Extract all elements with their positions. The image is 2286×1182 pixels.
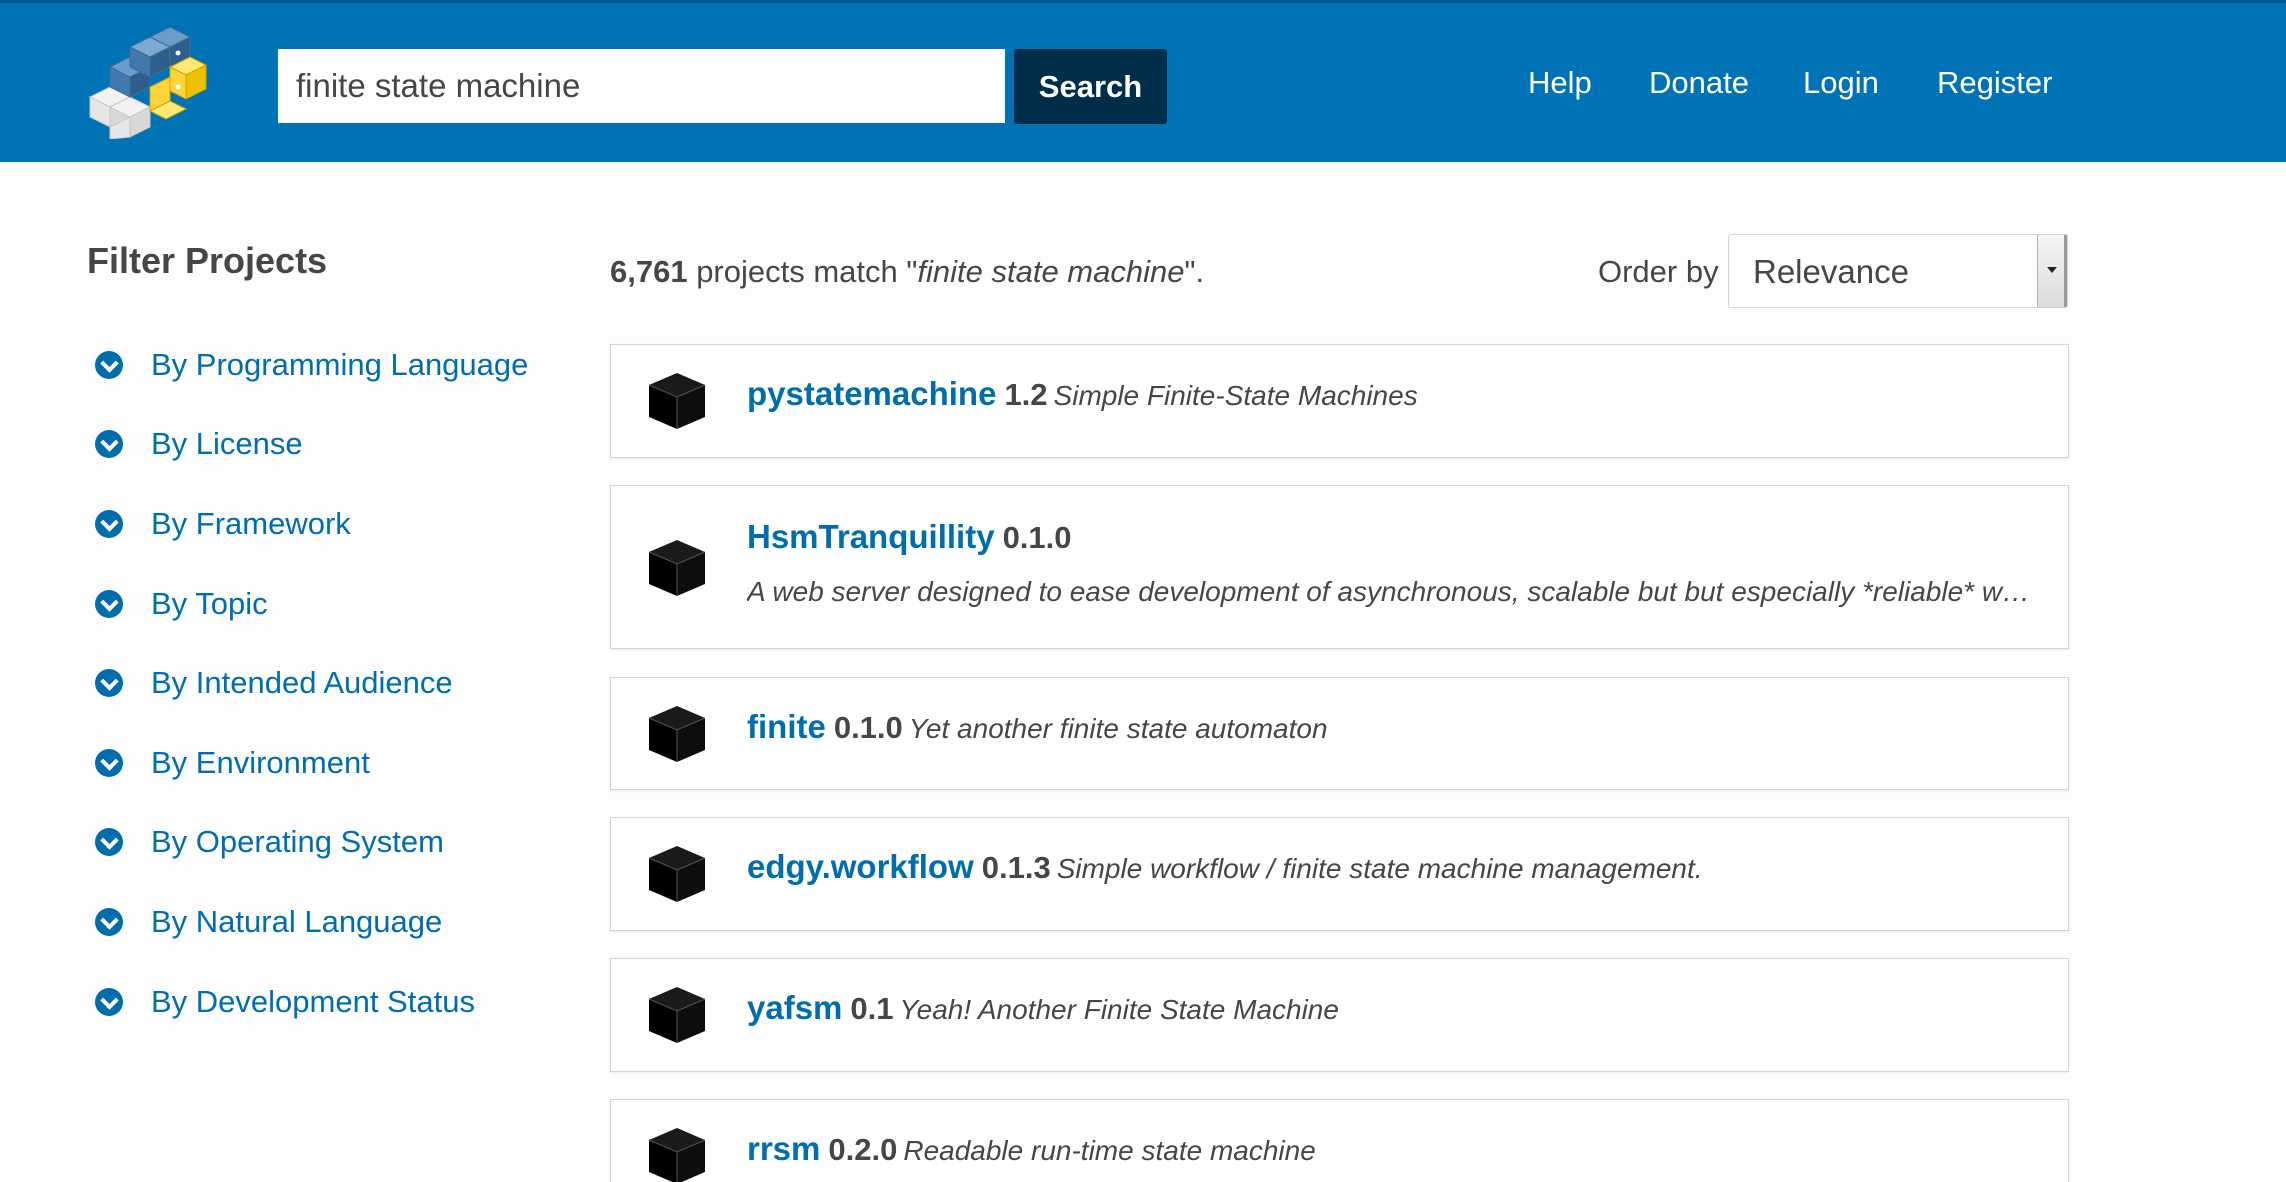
package-description: Readable run-time state machine [903,1135,1316,1166]
search-button[interactable]: Search [1014,49,1167,124]
results-query: finite state machine [917,254,1185,289]
nav-help-link[interactable]: Help [1528,65,1592,101]
chevron-down-icon [95,351,123,379]
dropdown-arrow-icon[interactable] [2037,235,2067,307]
package-name-link[interactable]: rrsm [747,1130,820,1167]
package-description: Yet another finite state automaton [908,713,1328,744]
filter-label: By Environment [151,745,370,780]
filter-operating-system[interactable]: By Operating System [95,820,444,864]
site-header: Search Help Donate Login Register [0,0,2286,162]
result-card[interactable]: edgy.workflow 0.1.3 Simple workflow / fini… [610,817,2069,931]
package-cube-icon [648,1128,706,1182]
nav-donate-link[interactable]: Donate [1649,65,1749,101]
package-cube-icon [648,373,706,429]
results-count: 6,761 [610,254,688,289]
filter-label: By Framework [151,506,351,541]
chevron-down-icon [95,669,123,697]
chevron-down-icon [95,908,123,936]
filter-environment[interactable]: By Environment [95,741,370,785]
order-by-select[interactable]: Relevance [1728,234,2068,308]
package-cube-icon [648,706,706,762]
filter-label: By Intended Audience [151,665,453,700]
order-by-value: Relevance [1753,253,1909,290]
package-description: Yeah! Another Finite State Machine [899,994,1339,1025]
package-name-link[interactable]: pystatemachine [747,375,996,412]
nav-register-link[interactable]: Register [1937,65,2052,101]
result-card[interactable]: rrsm 0.2.0 Readable run-time state machine [610,1099,2069,1182]
package-description: Simple workflow / finite state machine m… [1056,853,1703,884]
result-card[interactable]: finite 0.1.0 Yet another finite state auto… [610,677,2069,790]
filter-intended-audience[interactable]: By Intended Audience [95,661,453,705]
package-version: 0.1.0 [1002,520,1072,555]
filter-development-status[interactable]: By Development Status [95,980,475,1024]
nav-login-link[interactable]: Login [1803,65,1879,101]
package-cube-icon [648,846,706,902]
package-version: 1.2 [1004,377,1048,412]
filter-programming-language[interactable]: By Programming Language [95,343,528,387]
results-match-prefix: projects match " [687,254,918,289]
package-version: 0.2.0 [828,1132,898,1167]
filter-natural-language[interactable]: By Natural Language [95,900,442,944]
package-version: 0.1.0 [833,710,903,745]
filter-label: By Programming Language [151,347,529,382]
chevron-down-icon [95,430,123,458]
results-count-text: 6,761 projects match "finite state machi… [610,254,1204,290]
filter-label: By Operating System [151,824,444,859]
filter-topic[interactable]: By Topic [95,582,268,626]
chevron-down-icon [95,510,123,538]
package-name-link[interactable]: yafsm [747,989,842,1026]
search-input[interactable] [278,49,1005,123]
package-version: 0.1.3 [981,850,1051,885]
pypi-logo-icon[interactable] [86,27,208,139]
package-name-link[interactable]: edgy.workflow [747,848,974,885]
result-card[interactable]: HsmTranquillity 0.1.0 A web server design… [610,485,2069,649]
chevron-down-icon [95,828,123,856]
chevron-down-icon [95,749,123,777]
result-card[interactable]: pystatemachine 1.2 Simple Finite-State Mac… [610,344,2069,458]
package-description: Simple Finite-State Machines [1053,380,1418,411]
package-cube-icon [648,987,706,1043]
filter-framework[interactable]: By Framework [95,502,351,546]
order-by-label: Order by [1598,254,1719,289]
package-cube-icon [648,540,706,596]
package-description: A web server designed to ease developmen… [747,576,2037,607]
filter-projects-title: Filter Projects [87,240,328,281]
chevron-down-icon [95,590,123,618]
filter-label: By Topic [151,586,268,621]
filter-label: By Development Status [151,984,475,1019]
results-match-suffix: ". [1184,254,1205,289]
result-card[interactable]: yafsm 0.1 Yeah! Another Finite State Machi… [610,958,2069,1072]
filter-label: By Natural Language [151,904,443,939]
filter-label: By License [151,426,303,461]
chevron-down-icon [95,988,123,1016]
package-name-link[interactable]: HsmTranquillity [747,518,995,555]
package-name-link[interactable]: finite [747,708,826,745]
filter-license[interactable]: By License [95,422,303,466]
package-version: 0.1 [850,991,894,1026]
